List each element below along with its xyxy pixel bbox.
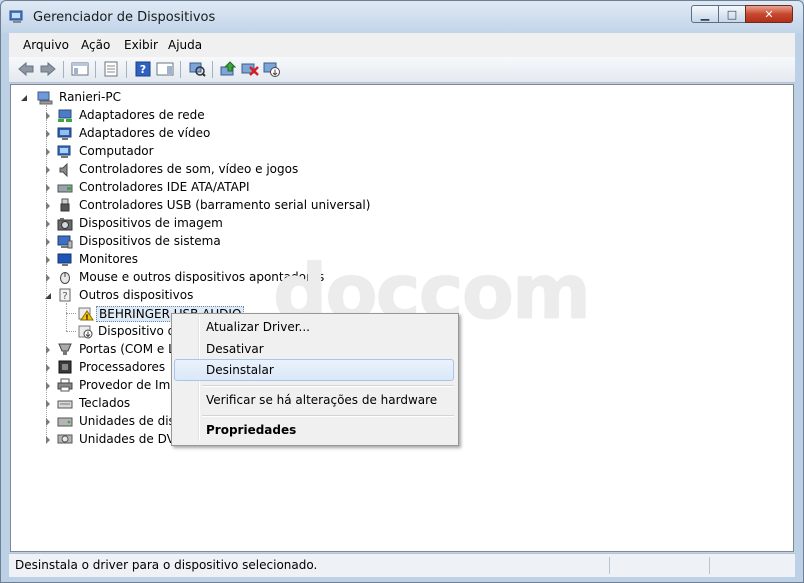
expand-arrow-icon[interactable] [46,184,50,192]
computer-icon [57,145,71,158]
back-arrow-icon[interactable] [17,61,35,77]
menu-item-desinstalar[interactable]: Desinstalar [174,359,454,381]
tree-item-label: Provedor de Impr [79,378,183,392]
uninstall-device-icon[interactable] [241,61,259,77]
svg-text:!: ! [85,314,88,322]
tree-item-label: Computador [79,144,154,158]
menu-ajuda[interactable]: Ajuda [168,38,202,52]
unknown-device-icon: ? [59,288,71,302]
minimize-icon: ▁ [700,7,710,21]
title-bar[interactable]: Gerenciador de Dispositivos ▁ □ ✕ [1,1,803,33]
expand-arrow-icon[interactable] [46,112,50,120]
expand-arrow-icon[interactable] [46,274,50,282]
menu-item-label: Desinstalar [206,363,274,377]
window-title: Gerenciador de Dispositivos [33,10,216,25]
tree-item-label: Mouse e outros dispositivos apontadores [79,270,325,284]
tree-item-label: Portas (COM e LP [79,342,183,356]
device-manager-icon [9,10,23,23]
download-device-icon [78,325,93,339]
device-manager-window: Gerenciador de Dispositivos ▁ □ ✕ Arquiv… [0,0,804,583]
close-button[interactable]: ✕ [745,5,793,23]
tree-item-label: Outros dispositivos [79,288,194,302]
menu-item-label: Atualizar Driver... [206,320,310,334]
expand-arrow-icon[interactable] [46,400,50,408]
tree-item-label: Controladores USB (barramento serial uni… [79,198,371,212]
expand-arrow-icon[interactable] [46,256,50,264]
expand-arrow-icon[interactable] [46,382,50,390]
speaker-icon [59,163,68,177]
scan-hardware-icon[interactable] [188,61,206,77]
tree-item-label: Dispositivos de imagem [79,216,223,230]
close-icon: ✕ [764,7,774,21]
update-driver-icon[interactable] [219,61,237,77]
menu-exibir[interactable]: Exibir [124,38,158,52]
menu-item-verificar-hardware[interactable]: Verificar se há alterações de hardware [174,389,454,411]
toolbar: ? [9,57,795,83]
tree-item-label: Unidades de DVD [79,432,185,446]
disable-device-icon[interactable] [263,61,281,77]
help-icon[interactable]: ? [134,61,152,77]
expand-arrow-icon[interactable] [46,202,50,210]
usb-icon [60,198,70,212]
menu-bar: Arquivo Ação Exibir Ajuda [9,33,795,58]
expand-arrow-icon[interactable] [46,220,50,228]
system-device-icon [57,235,73,249]
status-bar: Desinstala o driver para o dispositivo s… [9,553,795,577]
status-text: Desinstala o driver para o dispositivo s… [15,558,318,572]
expand-arrow-icon[interactable] [46,436,50,444]
collapse-arrow-icon[interactable] [21,95,27,101]
expand-arrow-icon[interactable] [46,148,50,156]
menu-item-atualizar-driver[interactable]: Atualizar Driver... [174,316,454,338]
tree-item-label: Dispositivos de sistema [79,234,221,248]
printer-icon [57,378,73,392]
expand-arrow-icon[interactable] [46,418,50,426]
expand-arrow-icon[interactable] [46,130,50,138]
svg-text:?: ? [62,291,67,302]
tree-item-label: Processadores [79,360,166,374]
tree-item-label: Dispositivo de [98,324,183,338]
collapse-arrow-icon[interactable] [45,293,51,299]
keyboard-icon [57,400,73,409]
port-icon [58,343,72,355]
forward-arrow-icon[interactable] [39,61,57,77]
show-hide-console-tree-icon[interactable] [71,61,89,77]
tree-item-label: Adaptadores de vídeo [79,126,211,140]
menu-acao[interactable]: Ação [81,38,110,52]
properties-sheet-icon[interactable] [102,61,120,77]
menu-arquivo[interactable]: Arquivo [23,38,69,52]
context-menu: Atualizar Driver... Desativar Desinstala… [171,313,459,446]
menu-item-propriedades[interactable]: Propriedades [174,419,454,441]
maximize-button[interactable]: □ [718,5,746,23]
monitor-icon [57,253,72,266]
tree-item-label: Controladores de som, vídeo e jogos [79,162,299,176]
expand-arrow-icon[interactable] [46,238,50,246]
warning-icon: ! [78,307,94,321]
mouse-icon [60,272,70,284]
tree-item-label: Teclados [79,396,131,410]
menu-item-label: Desativar [206,342,264,356]
tree-root-label: Ranieri-PC [59,90,121,104]
svg-text:?: ? [140,63,146,76]
expand-arrow-icon[interactable] [46,346,50,354]
expand-arrow-icon[interactable] [46,364,50,372]
menu-item-label: Verificar se há alterações de hardware [206,393,438,407]
processor-icon [58,360,72,374]
menu-item-label: Propriedades [206,423,297,437]
maximize-icon: □ [726,7,738,21]
network-adapter-icon [58,109,72,122]
camera-icon [57,218,73,231]
expand-arrow-icon[interactable] [46,166,50,174]
ide-controller-icon [57,184,73,193]
minimize-button[interactable]: ▁ [691,5,719,23]
tree-item-label: Controladores IDE ATA/ATAPI [79,180,250,194]
action-pane-icon[interactable] [156,61,174,77]
display-adapter-icon [57,127,72,140]
disk-drive-icon [57,417,73,427]
tree-item-label: Adaptadores de rede [79,108,205,122]
tree-item-label: Monitores [79,252,138,266]
computer-icon [37,91,53,105]
menu-item-desativar[interactable]: Desativar [174,338,454,360]
dvd-drive-icon [57,434,73,444]
